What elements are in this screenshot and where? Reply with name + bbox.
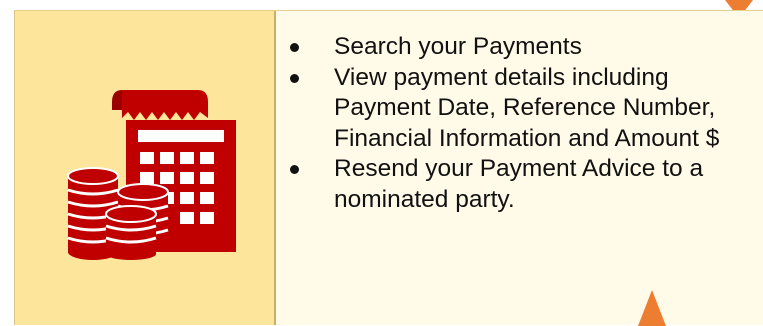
calculator-coins-icon bbox=[60, 80, 250, 260]
feature-list: Search your Payments View payment detail… bbox=[276, 32, 746, 215]
feature-text: Resend your Payment Advice to a nominate… bbox=[334, 155, 704, 213]
list-item: Search your Payments bbox=[276, 32, 746, 63]
list-item: View payment details including Payment D… bbox=[276, 63, 746, 155]
arrow-up-icon bbox=[638, 290, 666, 326]
feature-text: Search your Payments bbox=[334, 33, 582, 60]
feature-text: View payment details including Payment D… bbox=[334, 63, 720, 152]
top-border bbox=[14, 10, 763, 11]
bullet-icon bbox=[290, 73, 299, 83]
bullet-icon bbox=[290, 165, 299, 174]
list-item: Resend your Payment Advice to a nominate… bbox=[276, 154, 746, 215]
bullet-icon bbox=[290, 43, 299, 52]
feature-card: Search your Payments View payment detail… bbox=[0, 0, 763, 326]
